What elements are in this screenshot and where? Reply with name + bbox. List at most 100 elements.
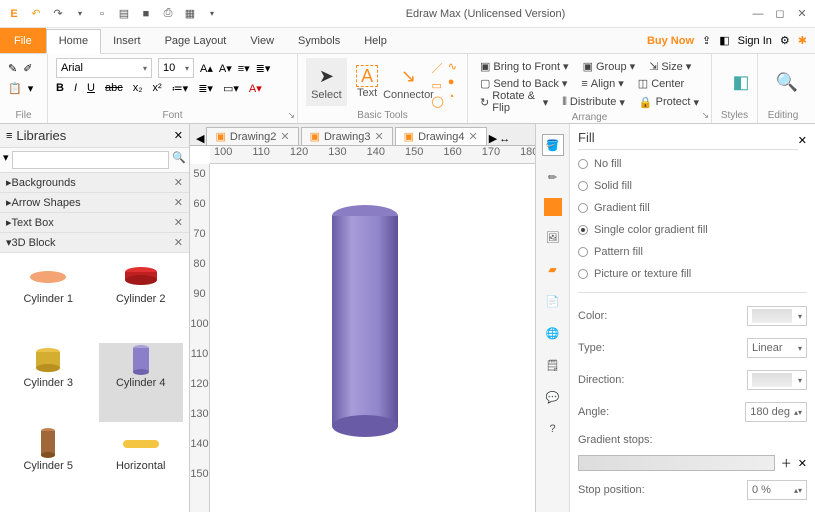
distribute-button[interactable]: ⫴ Distribute ▾ <box>558 94 629 111</box>
chat-icon[interactable]: 💬 <box>542 386 564 408</box>
polygon-tool-icon[interactable]: ● <box>448 76 457 88</box>
italic-button[interactable]: I <box>74 82 77 94</box>
qat-more-icon[interactable]: ▾ <box>204 6 220 22</box>
type-select[interactable]: Linear▾ <box>747 338 807 358</box>
paste-icon[interactable]: 📋 <box>8 82 22 95</box>
shape-cylinder-2[interactable]: Cylinder 2 <box>99 259 184 339</box>
lib-cat-3d-block[interactable]: ▾ 3D Block✕ <box>0 233 189 253</box>
curve-tool-icon[interactable]: ∿ <box>448 60 457 73</box>
page-icon[interactable]: 📄 <box>542 290 564 312</box>
new-tab-icon[interactable]: ↔ <box>499 133 510 145</box>
fill-opt-picture[interactable]: Picture or texture fill <box>578 266 807 282</box>
add-stop-icon[interactable]: ＋ <box>781 455 792 471</box>
gear-icon[interactable]: ⚙ <box>780 34 790 47</box>
fill-close-icon[interactable]: ✕ <box>798 134 807 147</box>
lib-close-icon[interactable]: ✕ <box>174 129 183 142</box>
lib-cat-arrow-shapes[interactable]: ▸ Arrow Shapes✕ <box>0 193 189 213</box>
underline-button[interactable]: U <box>87 82 95 94</box>
undo-icon[interactable]: ↶ <box>28 6 44 22</box>
maximize-button[interactable]: ◻ <box>773 7 787 20</box>
shape-cylinder-3[interactable]: Cylinder 3 <box>6 343 91 423</box>
fill-swatch-icon[interactable] <box>544 198 562 216</box>
fill-bucket-icon[interactable]: 🪣 <box>542 134 564 156</box>
tab-drawing3[interactable]: ▣Drawing3✕ <box>301 127 393 145</box>
fill-opt-gradient[interactable]: Gradient fill <box>578 200 807 216</box>
pen-icon[interactable]: ✏ <box>542 166 564 188</box>
angle-input[interactable]: 180 deg▴▾ <box>745 402 807 422</box>
tab-symbols[interactable]: Symbols <box>286 28 352 53</box>
minimize-button[interactable]: — <box>751 8 765 20</box>
remove-stop-icon[interactable]: ✕ <box>798 457 807 470</box>
styles-button[interactable]: ◧ <box>720 58 762 106</box>
file-menu[interactable]: File <box>0 28 46 53</box>
save-icon[interactable]: ■ <box>138 6 154 22</box>
new-icon[interactable]: ▫ <box>94 6 110 22</box>
buy-now-link[interactable]: Buy Now <box>647 35 694 47</box>
fill-opt-no-fill[interactable]: No fill <box>578 156 807 172</box>
qat-dropdown-icon[interactable]: ▾ <box>72 6 88 22</box>
ellipse-tool-icon[interactable]: ◯ <box>431 95 443 108</box>
bullets-icon[interactable]: ≔▾ <box>172 82 189 95</box>
help-icon[interactable]: ? <box>542 418 564 440</box>
multicolor-icon[interactable]: ✱ <box>798 34 807 47</box>
numbering-icon[interactable]: ≣▾ <box>198 82 213 95</box>
canvas-cylinder-shape[interactable] <box>330 204 400 444</box>
fill-opt-pattern[interactable]: Pattern fill <box>578 244 807 260</box>
lib-dropdown-icon[interactable]: ▾ <box>3 151 9 169</box>
select-tool[interactable]: ➤Select <box>306 58 347 106</box>
tab-home[interactable]: Home <box>46 29 101 54</box>
shape-cylinder-5[interactable]: Cylinder 5 <box>6 426 91 506</box>
lib-cat-text-box[interactable]: ▸ Text Box✕ <box>0 213 189 233</box>
strike-button[interactable]: abc <box>105 82 123 94</box>
redo-icon[interactable]: ↷ <box>50 6 66 22</box>
nav-prev-icon[interactable]: ◀ <box>196 132 204 145</box>
text-tool[interactable]: AText <box>347 58 388 106</box>
grow-font-icon[interactable]: A▴ <box>200 62 213 75</box>
options-icon[interactable]: ◧ <box>719 34 729 47</box>
shape-cylinder-1[interactable]: Cylinder 1 <box>6 259 91 339</box>
font-size-select[interactable]: 10▾ <box>158 58 194 78</box>
tab-insert[interactable]: Insert <box>101 28 153 53</box>
note-icon[interactable]: 🗒 <box>542 354 564 376</box>
open-icon[interactable]: ▤ <box>116 6 132 22</box>
layers-icon[interactable]: ▰ <box>542 258 564 280</box>
tab-page-layout[interactable]: Page Layout <box>153 28 239 53</box>
bold-button[interactable]: B <box>56 82 64 94</box>
brush-icon[interactable]: ✎ <box>8 62 17 75</box>
subscript-button[interactable]: x₂ <box>133 82 143 94</box>
tab-view[interactable]: View <box>238 28 286 53</box>
direction-picker[interactable]: ▾ <box>747 370 807 390</box>
tab-drawing4[interactable]: ▣Drawing4✕ <box>395 127 487 145</box>
fill-opt-solid[interactable]: Solid fill <box>578 178 807 194</box>
print-icon[interactable]: ⎙ <box>160 6 176 22</box>
superscript-button[interactable]: x² <box>153 82 162 94</box>
share-icon[interactable]: ⇪ <box>702 34 711 47</box>
stop-position-input[interactable]: 0 %▴▾ <box>747 480 807 500</box>
lib-search-input[interactable] <box>12 151 170 169</box>
broom-icon[interactable]: ✐ <box>23 62 32 75</box>
center-button[interactable]: ◫ Center <box>634 75 688 92</box>
shape-horizontal[interactable]: Horizontal <box>99 426 184 506</box>
font-name-select[interactable]: Arial▾ <box>56 58 152 78</box>
search-icon[interactable]: 🔍 <box>172 151 186 169</box>
shape-cylinder-4[interactable]: Cylinder 4 <box>99 343 184 423</box>
globe-icon[interactable]: 🌐 <box>542 322 564 344</box>
protect-button[interactable]: 🔒 Protect ▾ <box>635 94 703 111</box>
find-button[interactable]: 🔍 <box>766 58 808 106</box>
line-spacing-icon[interactable]: ≡▾ <box>238 62 250 75</box>
align-button[interactable]: ≡ Align ▾ <box>577 75 627 92</box>
alignment-icon[interactable]: ≣▾ <box>256 62 271 75</box>
more-shapes-icon[interactable]: ◔ <box>448 91 457 103</box>
connector-tool[interactable]: ↘Connector <box>387 58 429 106</box>
highlight-icon[interactable]: ▭▾ <box>223 82 239 95</box>
font-color-icon[interactable]: A▾ <box>249 82 262 95</box>
export-icon[interactable]: ▦ <box>182 6 198 22</box>
tab-drawing2[interactable]: ▣Drawing2✕ <box>206 127 298 145</box>
drawing-canvas[interactable] <box>210 164 535 512</box>
arrange-dialog-launcher[interactable]: ↘ <box>701 110 709 121</box>
line-tool-icon[interactable]: ／ <box>431 60 443 76</box>
gradient-stops-bar[interactable] <box>578 455 775 471</box>
shrink-font-icon[interactable]: A▾ <box>219 62 232 75</box>
rect-tool-icon[interactable]: ▭ <box>431 79 443 92</box>
tab-help[interactable]: Help <box>352 28 399 53</box>
